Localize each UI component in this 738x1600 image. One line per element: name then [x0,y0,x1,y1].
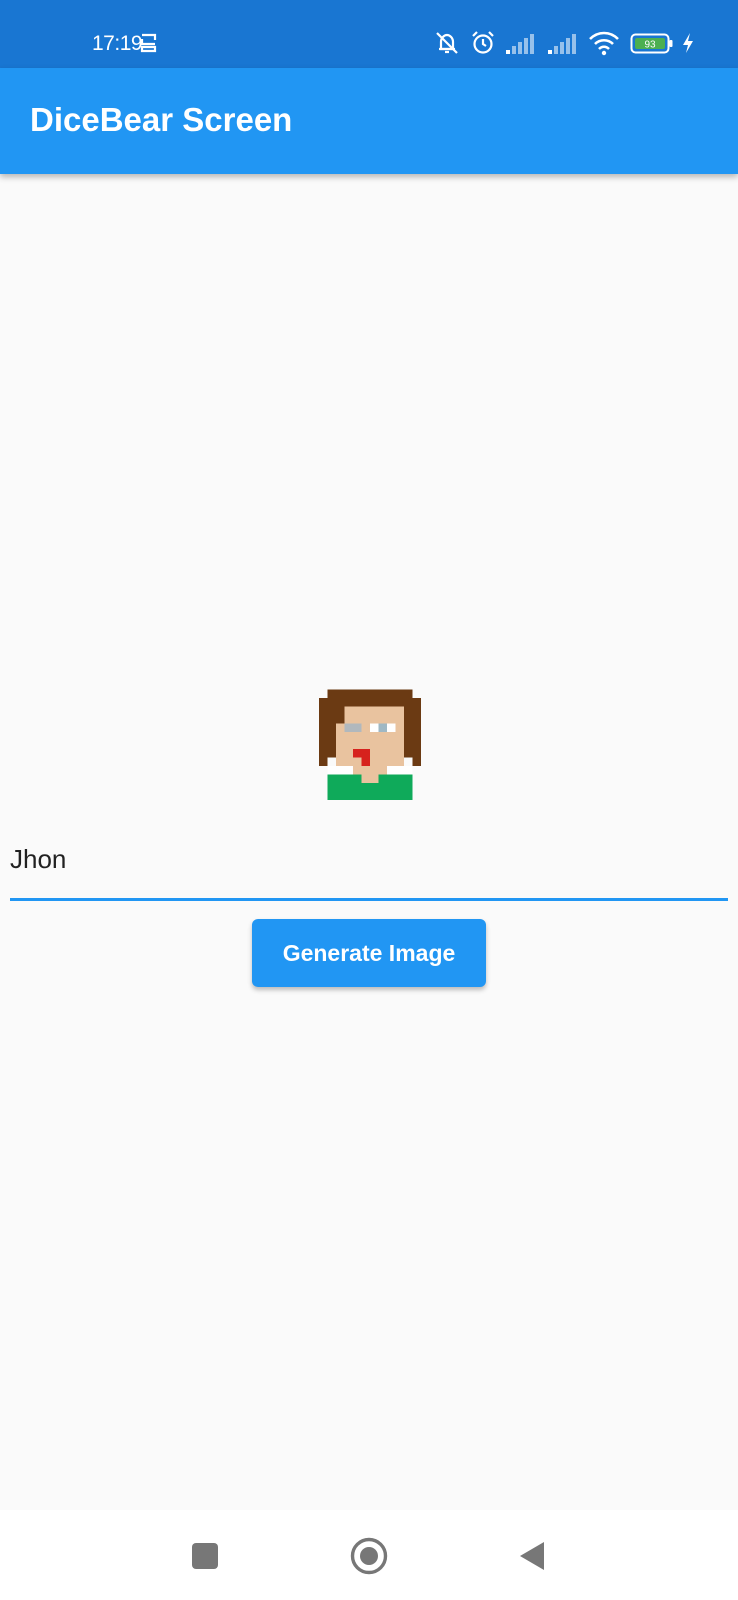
status-bar: 17:19 93 [0,0,738,68]
app-bar: DiceBear Screen [0,68,738,174]
navigation-bar [0,1510,738,1600]
muted-bell-icon [432,30,458,56]
name-input-underline [10,898,728,901]
recents-icon [191,1542,219,1570]
generate-image-button[interactable]: Generate Image [252,919,486,987]
home-button[interactable] [345,1532,393,1580]
name-field[interactable] [10,834,728,901]
back-button[interactable] [508,1532,556,1580]
battery-icon: 93 [630,30,674,56]
status-time: 17:19 [92,32,143,55]
signal-icon [547,30,576,56]
alarm-icon [470,30,496,56]
home-icon [350,1537,388,1575]
recents-button[interactable] [181,1532,229,1580]
page-title: DiceBear Screen [30,101,293,138]
back-icon [517,1540,547,1572]
sync-icon [136,30,162,56]
battery-level: 93 [644,40,656,51]
avatar [319,689,421,800]
signal-icon [505,30,534,56]
name-input[interactable] [10,834,728,884]
wifi-icon [588,30,619,56]
charging-icon [680,30,696,56]
